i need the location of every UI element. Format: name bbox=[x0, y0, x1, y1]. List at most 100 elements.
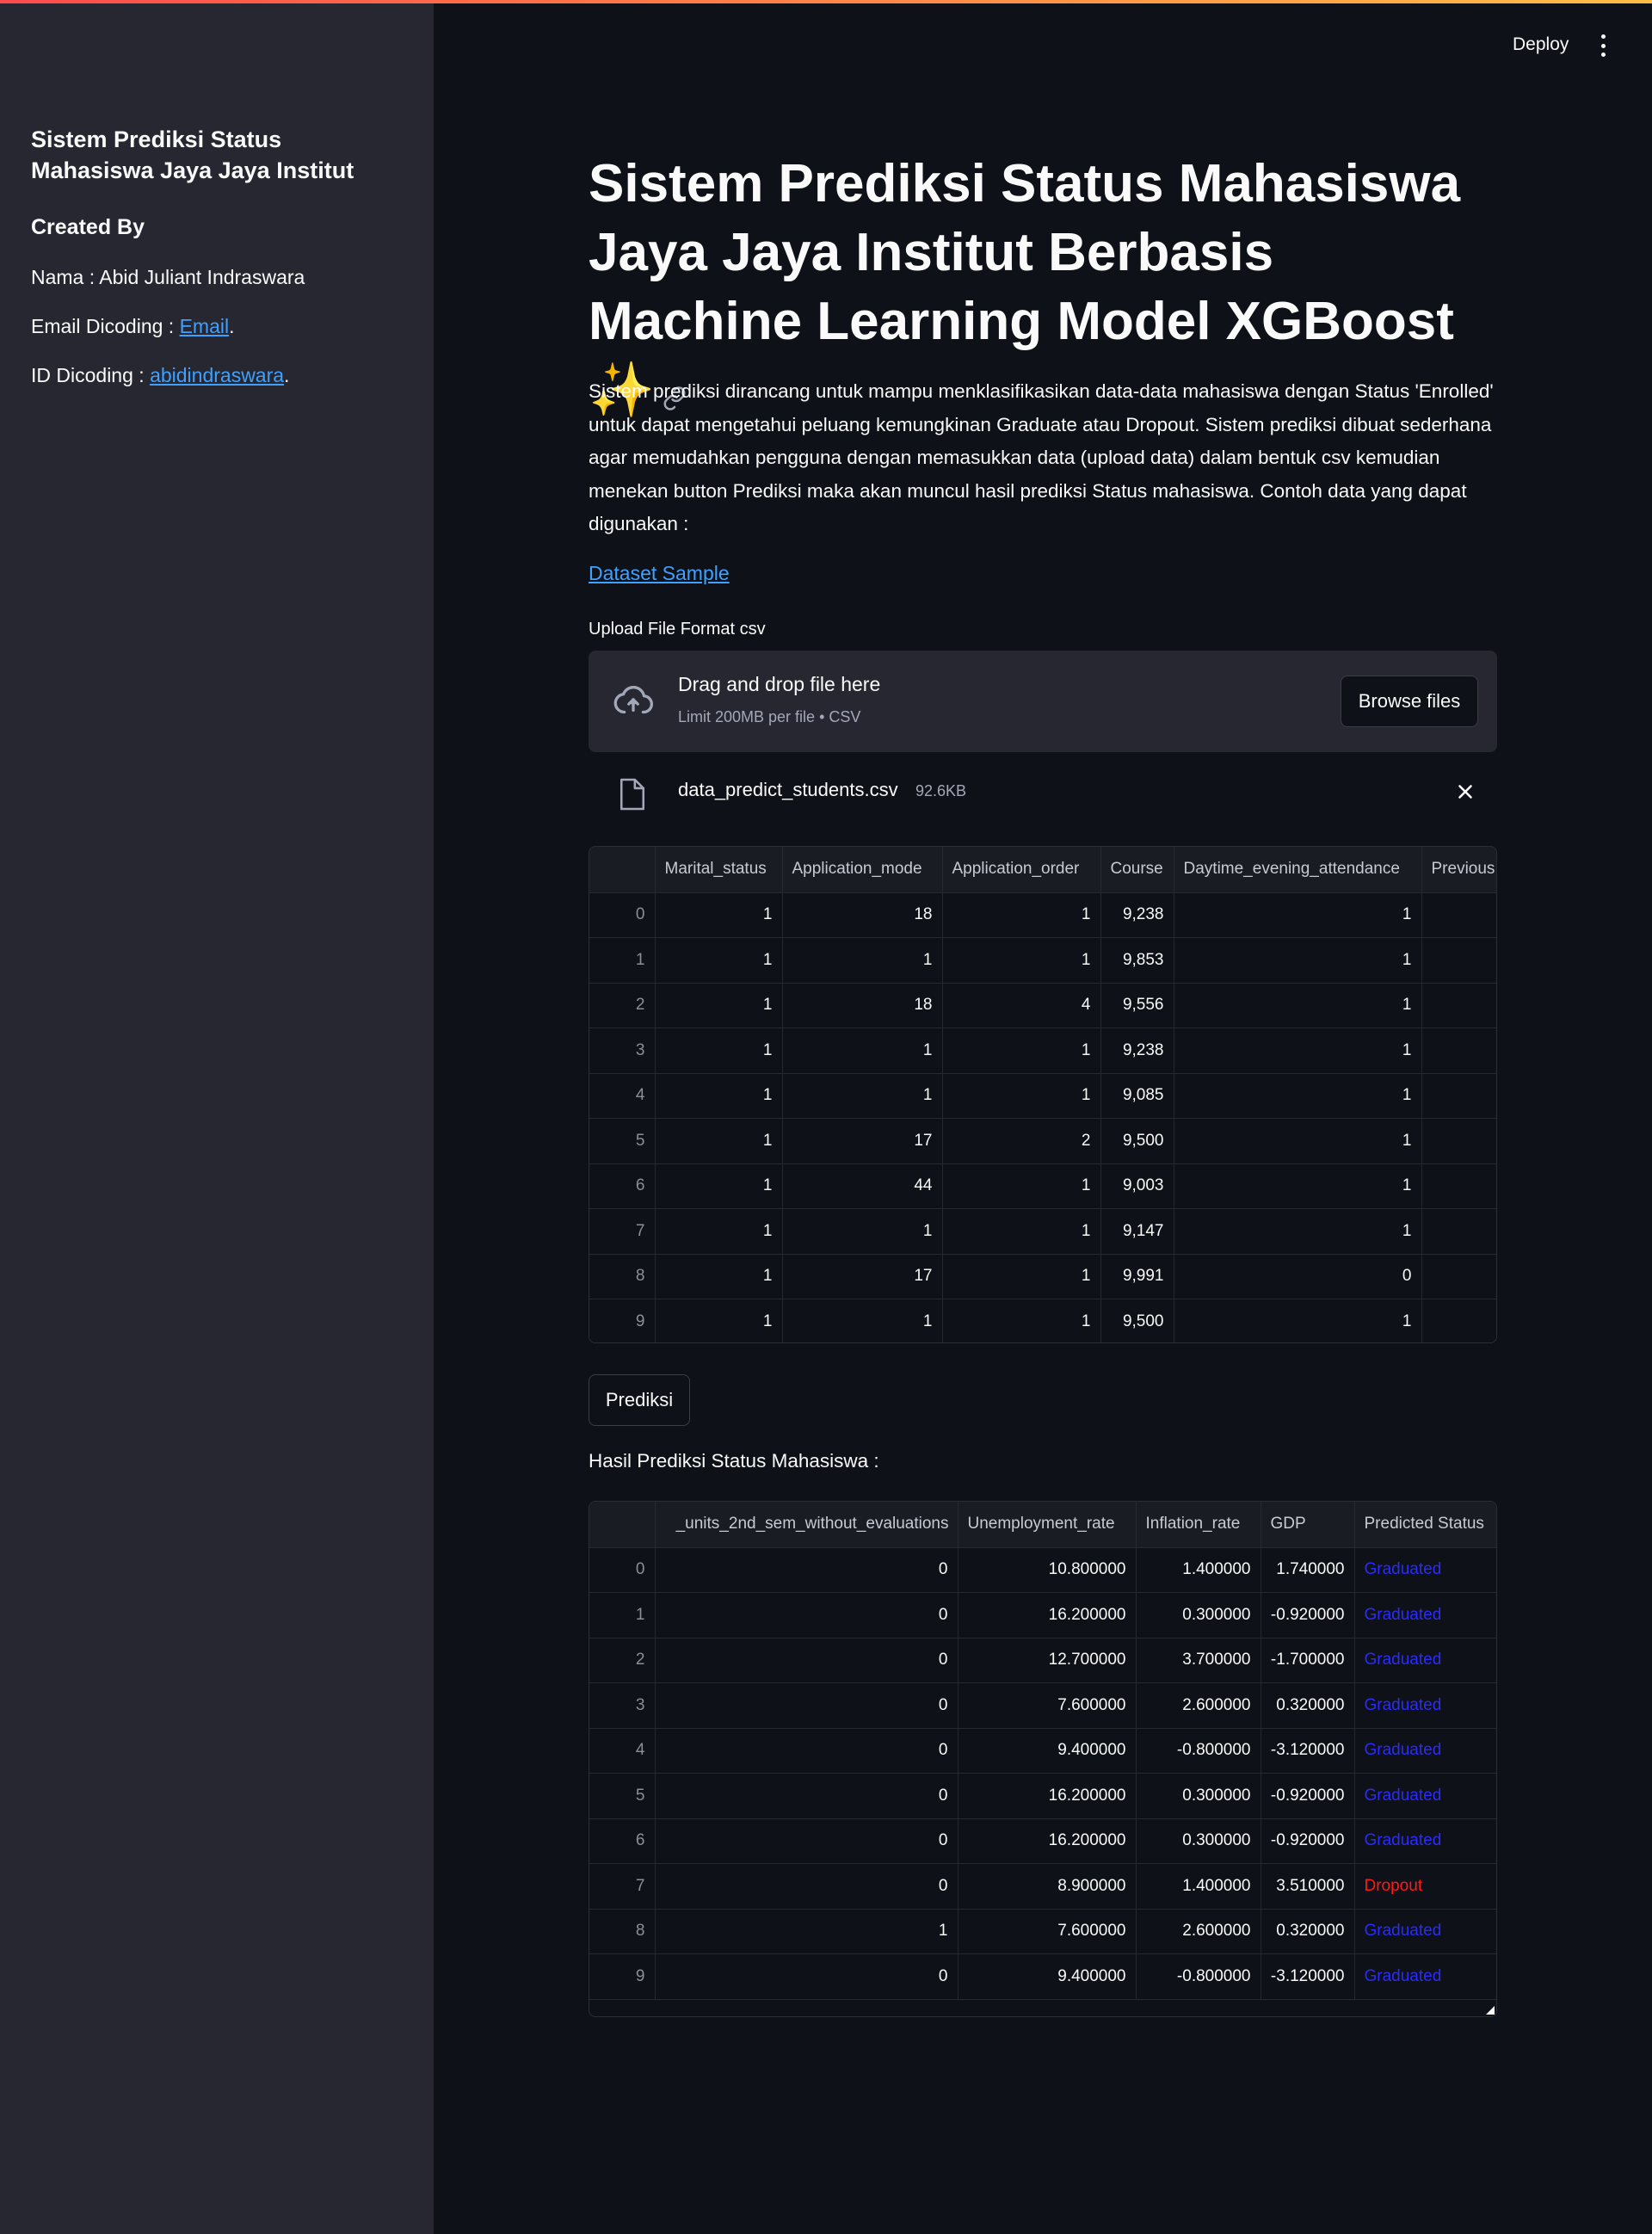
column-header[interactable]: Course bbox=[1100, 847, 1174, 893]
table-cell[interactable]: 0.300000 bbox=[1136, 1818, 1261, 1864]
table-cell[interactable]: 9,853 bbox=[1100, 937, 1174, 984]
table-cell[interactable]: 0 bbox=[655, 1592, 959, 1638]
table-cell[interactable]: 1.400000 bbox=[1136, 1863, 1261, 1910]
predicted-status-cell[interactable]: Graduated bbox=[1354, 1592, 1496, 1638]
table-cell[interactable]: 9,991 bbox=[1100, 1254, 1174, 1299]
row-index-cell[interactable]: 1 bbox=[589, 937, 656, 984]
predicted-status-cell[interactable]: Graduated bbox=[1354, 1909, 1496, 1954]
table-cell[interactable]: 1 bbox=[655, 983, 783, 1028]
row-index-cell[interactable]: 7 bbox=[589, 1863, 656, 1910]
table-cell[interactable]: 1 bbox=[942, 1073, 1101, 1119]
table-cell[interactable]: 1 bbox=[782, 1028, 943, 1074]
table-cell[interactable]: 44 bbox=[782, 1163, 943, 1209]
table-cell[interactable]: 0 bbox=[655, 1547, 959, 1593]
table-cell[interactable]: 1 bbox=[655, 1909, 959, 1954]
table-cell[interactable]: -0.920000 bbox=[1261, 1818, 1355, 1864]
table-cell[interactable]: 18 bbox=[782, 983, 943, 1028]
row-index-cell[interactable]: 9 bbox=[589, 1953, 656, 2000]
table-cell[interactable]: 1 bbox=[782, 1208, 943, 1255]
table-cell[interactable]: 1 bbox=[782, 937, 943, 984]
row-index-cell[interactable]: 0 bbox=[589, 892, 656, 938]
table-cell[interactable]: 1 bbox=[655, 892, 783, 938]
table-cell[interactable]: 1 bbox=[942, 1208, 1101, 1255]
table-cell[interactable]: 1 bbox=[1174, 1073, 1422, 1119]
table-cell[interactable] bbox=[1421, 1254, 1496, 1299]
table-cell[interactable]: 16.200000 bbox=[958, 1773, 1137, 1819]
predicted-status-cell[interactable]: Graduated bbox=[1354, 1818, 1496, 1864]
table-cell[interactable]: 9,238 bbox=[1100, 892, 1174, 938]
result-data-table[interactable]: _units_2nd_sem_without_evaluations Unemp… bbox=[589, 1501, 1497, 2017]
table-cell[interactable]: 1.740000 bbox=[1261, 1547, 1355, 1593]
table-cell[interactable]: 2 bbox=[942, 1118, 1101, 1164]
table-cell[interactable]: -0.920000 bbox=[1261, 1592, 1355, 1638]
table-cell[interactable] bbox=[1421, 1028, 1496, 1074]
row-index-cell[interactable]: 2 bbox=[589, 983, 656, 1028]
table-cell[interactable]: 0 bbox=[655, 1682, 959, 1729]
predicted-status-cell[interactable]: Graduated bbox=[1354, 1773, 1496, 1819]
table-cell[interactable]: 1 bbox=[1174, 1028, 1422, 1074]
table-cell[interactable]: 2.600000 bbox=[1136, 1909, 1261, 1954]
table-cell[interactable] bbox=[1421, 1208, 1496, 1255]
resize-handle-icon[interactable] bbox=[1486, 2006, 1495, 2015]
table-cell[interactable]: 1 bbox=[655, 937, 783, 984]
row-index-cell[interactable]: 8 bbox=[589, 1254, 656, 1299]
table-cell[interactable] bbox=[1421, 1163, 1496, 1209]
table-cell[interactable] bbox=[1421, 1118, 1496, 1164]
table-cell[interactable]: -1.700000 bbox=[1261, 1638, 1355, 1683]
table-cell[interactable]: 1 bbox=[782, 1073, 943, 1119]
row-index-cell[interactable]: 2 bbox=[589, 1638, 656, 1683]
table-cell[interactable]: 0.300000 bbox=[1136, 1773, 1261, 1819]
row-index-cell[interactable]: 8 bbox=[589, 1909, 656, 1954]
table-cell[interactable]: 1 bbox=[1174, 1163, 1422, 1209]
table-cell[interactable]: 0 bbox=[655, 1638, 959, 1683]
row-index-cell[interactable]: 4 bbox=[589, 1073, 656, 1119]
table-cell[interactable]: 0 bbox=[1174, 1254, 1422, 1299]
table-cell[interactable]: 3.510000 bbox=[1261, 1863, 1355, 1910]
table-cell[interactable]: 2.600000 bbox=[1136, 1682, 1261, 1729]
table-cell[interactable]: 1 bbox=[1174, 1118, 1422, 1164]
table-cell[interactable]: 1.400000 bbox=[1136, 1547, 1261, 1593]
file-dropzone[interactable]: Drag and drop file here Limit 200MB per … bbox=[589, 651, 1497, 752]
row-index-cell[interactable]: 1 bbox=[589, 1592, 656, 1638]
table-cell[interactable]: 1 bbox=[655, 1208, 783, 1255]
predicted-status-cell[interactable]: Graduated bbox=[1354, 1953, 1496, 2000]
table-cell[interactable]: 1 bbox=[655, 1118, 783, 1164]
column-header[interactable]: Marital_status bbox=[655, 847, 783, 893]
row-index-cell[interactable]: 6 bbox=[589, 1163, 656, 1209]
column-header[interactable]: Unemployment_rate bbox=[958, 1502, 1137, 1548]
table-cell[interactable]: 9.400000 bbox=[958, 1953, 1137, 2000]
table-cell[interactable] bbox=[1421, 1299, 1496, 1342]
email-link[interactable]: Email bbox=[180, 315, 230, 337]
table-cell[interactable] bbox=[1421, 983, 1496, 1028]
table-cell[interactable]: 1 bbox=[1174, 892, 1422, 938]
table-cell[interactable]: 10.800000 bbox=[958, 1547, 1137, 1593]
row-index-cell[interactable]: 7 bbox=[589, 1208, 656, 1255]
table-cell[interactable]: 0.320000 bbox=[1261, 1682, 1355, 1729]
table-cell[interactable]: 16.200000 bbox=[958, 1592, 1137, 1638]
row-index-cell[interactable]: 6 bbox=[589, 1818, 656, 1864]
predicted-status-cell[interactable]: Graduated bbox=[1354, 1728, 1496, 1774]
column-header[interactable]: GDP bbox=[1261, 1502, 1355, 1548]
table-cell[interactable]: -3.120000 bbox=[1261, 1728, 1355, 1774]
table-cell[interactable]: 1 bbox=[655, 1299, 783, 1342]
table-cell[interactable]: 1 bbox=[942, 1163, 1101, 1209]
table-cell[interactable]: -0.920000 bbox=[1261, 1773, 1355, 1819]
column-header[interactable]: Application_mode bbox=[782, 847, 943, 893]
column-header[interactable]: Application_order bbox=[942, 847, 1101, 893]
column-header[interactable]: Predicted Status bbox=[1354, 1502, 1496, 1548]
row-index-cell[interactable]: 5 bbox=[589, 1773, 656, 1819]
predicted-status-cell[interactable]: Graduated bbox=[1354, 1682, 1496, 1729]
table-cell[interactable]: 17 bbox=[782, 1118, 943, 1164]
table-cell[interactable]: 3.700000 bbox=[1136, 1638, 1261, 1683]
table-cell[interactable]: 1 bbox=[942, 1299, 1101, 1342]
table-cell[interactable]: 1 bbox=[942, 892, 1101, 938]
table-cell[interactable]: 1 bbox=[942, 1028, 1101, 1074]
kebab-menu-icon[interactable] bbox=[1594, 34, 1612, 57]
row-index-cell[interactable]: 5 bbox=[589, 1118, 656, 1164]
table-cell[interactable] bbox=[1421, 937, 1496, 984]
table-cell[interactable]: 0.320000 bbox=[1261, 1909, 1355, 1954]
row-index-cell[interactable]: 3 bbox=[589, 1682, 656, 1729]
id-dicoding-link[interactable]: abidindraswara bbox=[150, 364, 284, 386]
table-cell[interactable]: 0 bbox=[655, 1818, 959, 1864]
dataset-sample-link[interactable]: Dataset Sample bbox=[589, 562, 730, 585]
